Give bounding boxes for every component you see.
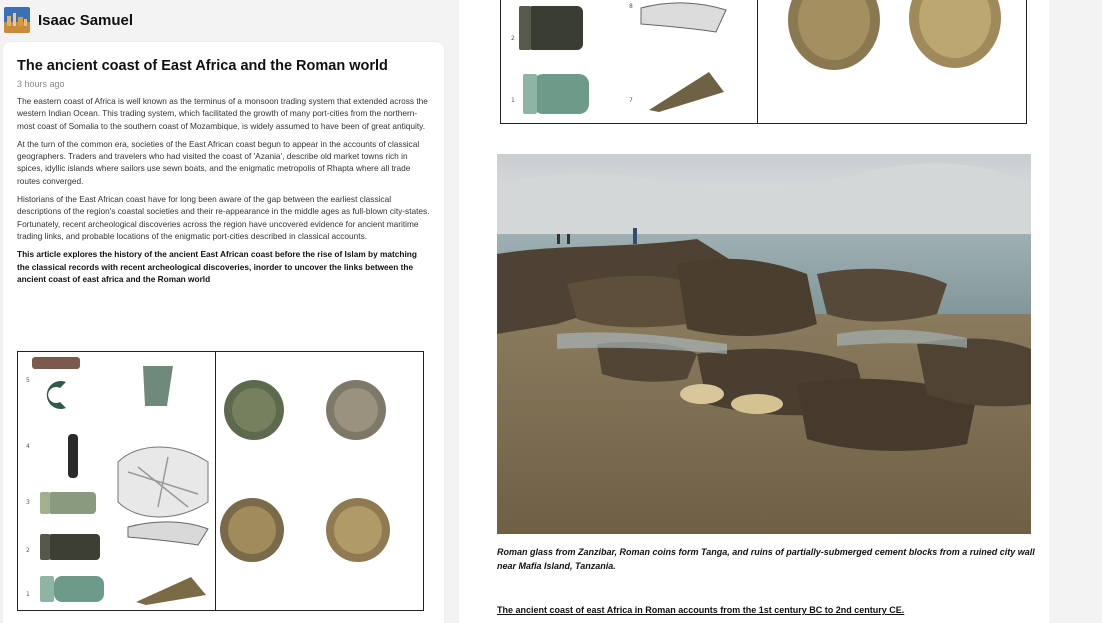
svg-text:1: 1	[511, 97, 515, 104]
post-paragraph: The eastern coast of Africa is well know…	[17, 96, 428, 131]
post-summary: This article explores the history of the…	[17, 249, 417, 284]
svg-text:2: 2	[26, 547, 30, 554]
svg-text:5: 5	[26, 377, 30, 384]
svg-text:2: 2	[511, 35, 515, 42]
article-page: Isaac Samuel The ancient coast of East A…	[0, 0, 1102, 623]
author-header: Isaac Samuel	[0, 0, 446, 40]
roman-glass-image: 5 4 3 2 1	[18, 352, 216, 610]
section-heading-link[interactable]: The ancient coast of east Africa in Roma…	[497, 605, 904, 615]
svg-text:3: 3	[26, 499, 30, 506]
post-timestamp: 3 hours ago	[17, 79, 65, 89]
roman-coins-image	[216, 352, 423, 610]
post-title[interactable]: The ancient coast of East Africa and the…	[17, 58, 430, 74]
artifact-figure[interactable]: 5 4 3 2 1	[17, 351, 424, 611]
page-margin	[1050, 0, 1102, 623]
artifact-figure-top[interactable]: 2 1 8 7	[500, 0, 1027, 124]
mafia-island-ruins-photo[interactable]	[497, 154, 1031, 534]
svg-text:1: 1	[26, 591, 30, 598]
post-paragraph: Historians of the East African coast hav…	[17, 194, 430, 241]
figure-caption: Roman glass from Zanzibar, Roman coins f…	[497, 547, 1035, 571]
roman-coins-image-top	[758, 0, 1026, 123]
author-avatar[interactable]	[4, 7, 30, 33]
svg-text:8: 8	[629, 3, 633, 10]
author-name[interactable]: Isaac Samuel	[38, 12, 133, 29]
post-paragraph: At the turn of the common era, societies…	[17, 138, 420, 186]
svg-text:4: 4	[26, 443, 30, 450]
roman-glass-image-top: 2 1 8 7	[501, 0, 758, 123]
svg-text:7: 7	[629, 97, 633, 104]
